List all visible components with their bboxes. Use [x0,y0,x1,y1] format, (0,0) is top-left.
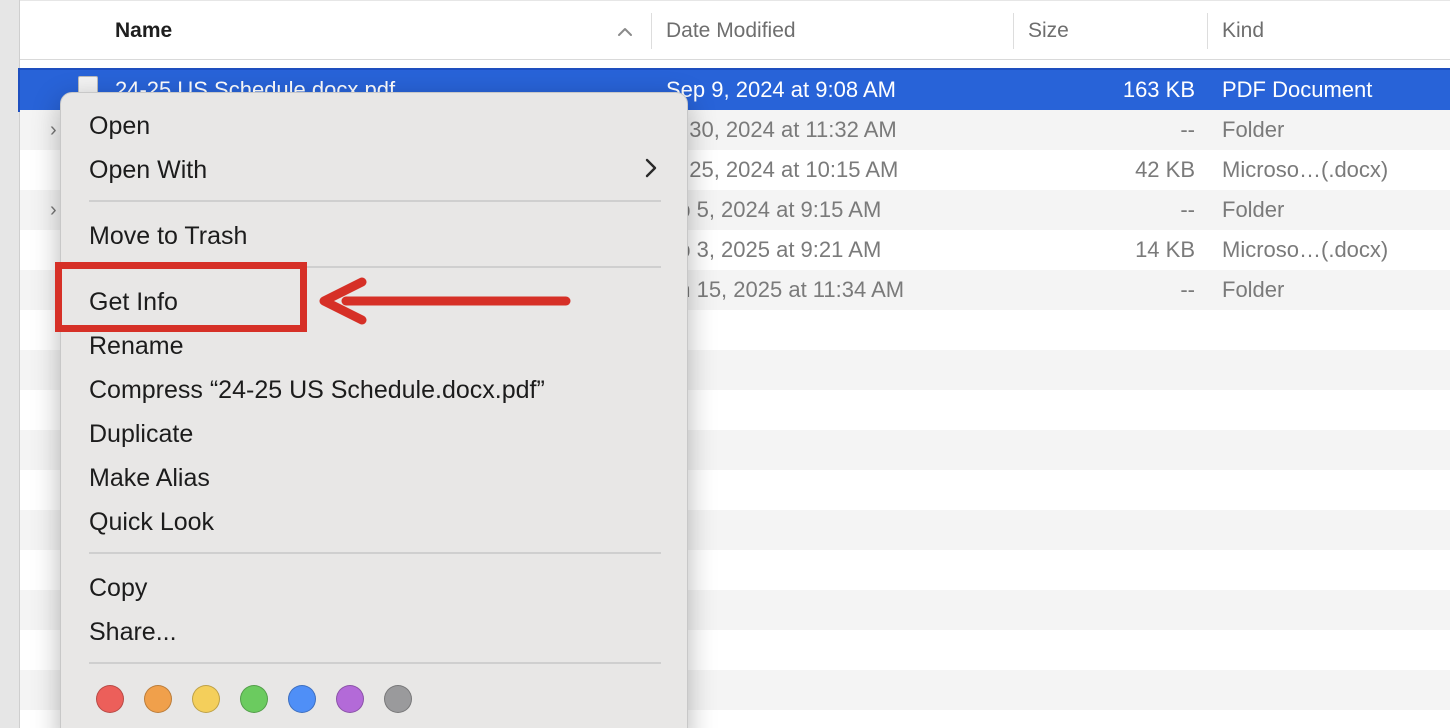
chevron-right-icon [645,158,657,178]
column-header-date-modified[interactable]: Date Modified [666,1,796,61]
tag-gray[interactable] [384,685,412,713]
file-date: eb 3, 2025 at 9:21 AM [666,237,882,262]
menu-separator [89,200,661,202]
menu-item-compress[interactable]: Compress “24-25 US Schedule.docx.pdf” [89,370,545,410]
menu-item-move-to-trash[interactable]: Move to Trash [89,216,247,256]
column-separator[interactable] [1013,13,1014,49]
file-size: 163 KB [1122,77,1195,102]
tag-purple[interactable] [336,685,364,713]
column-header-size[interactable]: Size [1028,1,1069,61]
file-date: Sep 9, 2024 at 9:08 AM [666,77,896,102]
menu-item-open-with[interactable]: Open With [89,150,207,190]
sort-ascending-icon[interactable] [616,23,634,41]
tag-red[interactable] [96,685,124,713]
file-date: ep 5, 2024 at 9:15 AM [666,197,882,222]
finder-window: Name Date Modified Size Kind 24-25 US Sc… [0,0,1450,728]
column-header: Name Date Modified Size Kind [20,0,1450,60]
menu-item-rename[interactable]: Rename [89,326,184,366]
file-date: an 15, 2025 at 11:34 AM [666,277,905,302]
file-size: 42 KB [1135,157,1195,182]
file-kind: PDF Document [1222,77,1373,102]
file-kind: Folder [1222,197,1285,222]
context-menu: Open Open With Move to Trash Get Info Re… [60,92,688,728]
column-header-name[interactable]: Name [115,1,172,61]
file-size: -- [1180,197,1195,222]
annotation-highlight-box [55,262,307,332]
tag-orange[interactable] [144,685,172,713]
menu-item-quick-look[interactable]: Quick Look [89,502,214,542]
file-kind: Folder [1222,277,1285,302]
file-date: ct 30, 2024 at 11:32 AM [666,117,897,142]
menu-item-make-alias[interactable]: Make Alias [89,458,210,498]
disclosure-chevron-icon[interactable]: › [50,190,57,230]
file-kind: Microso…(.docx) [1222,157,1389,182]
file-size: -- [1180,277,1195,302]
disclosure-chevron-icon[interactable]: › [50,110,57,150]
column-separator[interactable] [1207,13,1208,49]
menu-item-copy[interactable]: Copy [89,568,147,608]
tag-green[interactable] [240,685,268,713]
file-size: -- [1180,117,1195,142]
menu-item-open[interactable]: Open [89,106,150,146]
annotation-arrow-icon [319,277,571,325]
column-header-kind[interactable]: Kind [1222,1,1264,61]
menu-separator [89,552,661,554]
menu-item-share[interactable]: Share... [89,612,177,652]
column-separator[interactable] [651,13,652,49]
file-date: ct 25, 2024 at 10:15 AM [666,157,899,182]
file-kind: Folder [1222,117,1285,142]
tag-yellow[interactable] [192,685,220,713]
sidebar-edge [0,0,20,728]
tag-blue[interactable] [288,685,316,713]
file-kind: Microso…(.docx) [1222,237,1389,262]
menu-separator [89,662,661,664]
file-size: 14 KB [1135,237,1195,262]
menu-item-duplicate[interactable]: Duplicate [89,414,193,454]
